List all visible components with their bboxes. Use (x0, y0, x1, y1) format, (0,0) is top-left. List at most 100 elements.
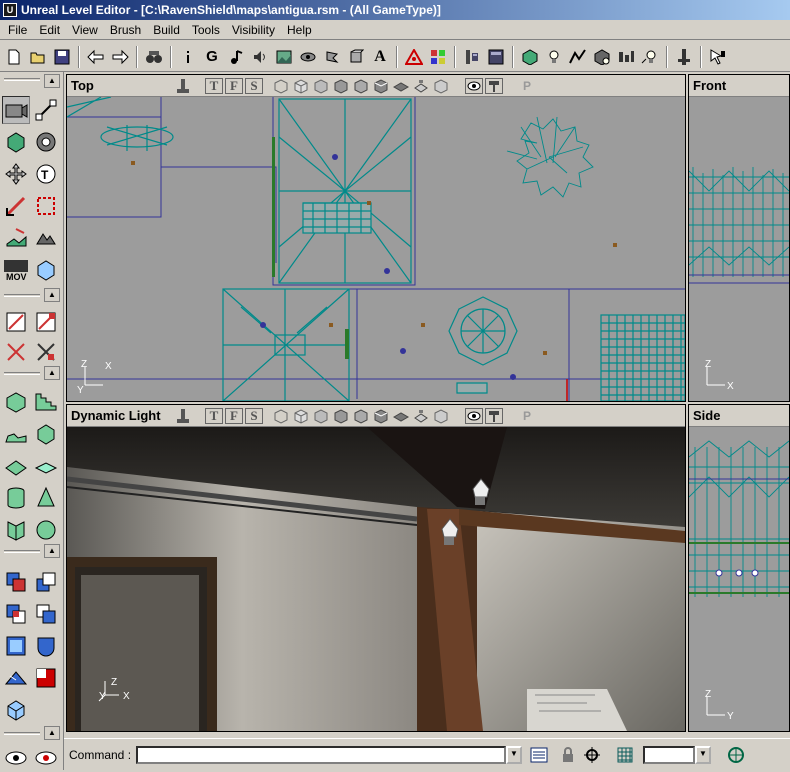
plane-brush-icon[interactable] (32, 452, 60, 480)
texture-rotate-icon[interactable] (32, 192, 60, 220)
grid-size-select[interactable] (643, 745, 695, 764)
select-inside-icon[interactable] (32, 744, 60, 772)
palette-icon[interactable] (427, 46, 449, 68)
open-icon[interactable] (27, 46, 49, 68)
lighting-view-icon[interactable] (352, 408, 370, 424)
add-special-icon[interactable] (32, 632, 60, 660)
build-paths-icon[interactable] (567, 46, 589, 68)
side-wireframe-canvas[interactable]: Z Y (689, 427, 789, 731)
viewport-dynamic-light[interactable]: Dynamic Light T F S P Z X Y (66, 404, 686, 732)
subtract-brush-icon[interactable] (32, 308, 60, 336)
show-all-icon[interactable] (2, 744, 30, 772)
camera-mode-icon[interactable] (2, 96, 30, 124)
new-icon[interactable] (3, 46, 25, 68)
hide-selected-icon[interactable] (2, 696, 30, 724)
mesh-icon[interactable] (297, 46, 319, 68)
add-volume-icon[interactable] (32, 664, 60, 692)
grid-size-dropdown[interactable]: ▼ (695, 745, 711, 764)
brush-clip-icon[interactable] (2, 224, 30, 252)
add-static-mesh-icon[interactable] (2, 664, 30, 692)
command-history-dropdown[interactable]: ▼ (506, 745, 522, 764)
view-side-button[interactable]: S (245, 407, 263, 424)
wireframe-icon[interactable] (272, 78, 290, 94)
cursor-help-icon[interactable] (707, 46, 729, 68)
dynamic-light-view-icon[interactable] (412, 408, 430, 424)
csg-intersect-icon[interactable] (2, 600, 30, 628)
menu-build[interactable]: Build (147, 23, 186, 37)
viewport-side[interactable]: Side Z Y (688, 404, 790, 732)
texture-view-icon[interactable] (332, 78, 350, 94)
grid-icon[interactable] (614, 744, 636, 766)
show-flags-icon[interactable] (465, 407, 483, 424)
menu-edit[interactable]: Edit (33, 23, 66, 37)
view-top-button[interactable]: T (205, 77, 223, 94)
lock-icon[interactable] (557, 744, 579, 766)
lighting-view-icon[interactable] (352, 78, 370, 94)
csg-add-icon[interactable] (2, 568, 30, 596)
texture-icon[interactable] (273, 46, 295, 68)
csg-deintersect-icon[interactable] (32, 600, 60, 628)
build-light-all-icon[interactable] (639, 46, 661, 68)
redo-icon[interactable] (109, 46, 131, 68)
menu-file[interactable]: File (2, 23, 33, 37)
menu-tools[interactable]: Tools (186, 23, 226, 37)
unlit-view-icon[interactable] (432, 408, 450, 424)
depth-view-icon[interactable] (392, 78, 410, 94)
undo-icon[interactable] (85, 46, 107, 68)
polys-view-icon[interactable] (372, 408, 390, 424)
build-all-icon[interactable] (615, 46, 637, 68)
collapse-arrow-icon[interactable]: ▲ (44, 74, 60, 88)
actor-icon[interactable] (403, 46, 425, 68)
static-mesh-icon[interactable] (345, 46, 367, 68)
cone-brush-icon[interactable] (32, 484, 60, 512)
brush-view-icon[interactable] (312, 408, 330, 424)
view-top-button[interactable]: T (205, 407, 223, 424)
face-drag-icon[interactable] (32, 224, 60, 252)
g-icon[interactable]: G (201, 46, 223, 68)
polys-view-icon[interactable] (372, 78, 390, 94)
build-geometry-icon[interactable] (519, 46, 541, 68)
wireframe-icon[interactable] (272, 408, 290, 424)
dynamic-light-view-icon[interactable] (412, 78, 430, 94)
geometry-mode-icon[interactable] (2, 128, 30, 156)
mesh-paint-icon[interactable] (32, 256, 60, 284)
music-icon[interactable] (225, 46, 247, 68)
view-front-button[interactable]: F (225, 407, 243, 424)
move-mode-icon[interactable] (2, 160, 30, 188)
view-side-button[interactable]: S (245, 77, 263, 94)
top-wireframe-canvas[interactable]: Z X Y (67, 96, 685, 401)
curved-stairs-icon[interactable] (2, 420, 30, 448)
zone-view-icon[interactable] (292, 408, 310, 424)
menu-visibility[interactable]: Visibility (226, 23, 281, 37)
dynamic-light-render[interactable]: Z X Y (67, 427, 685, 731)
menu-view[interactable]: View (66, 23, 104, 37)
collapse-arrow-icon[interactable]: ▲ (44, 288, 60, 302)
snap-vertex-icon[interactable] (581, 744, 603, 766)
collapse-arrow-icon[interactable]: ▲ (44, 366, 60, 380)
menu-brush[interactable]: Brush (104, 23, 147, 37)
volumetric-brush-icon[interactable] (2, 516, 30, 544)
deintersect-icon[interactable] (32, 338, 60, 366)
realtime-preview-button[interactable]: P (518, 78, 536, 94)
terrain-mode-icon[interactable] (32, 128, 60, 156)
play-icon[interactable] (673, 46, 695, 68)
rotation-grid-icon[interactable] (725, 744, 747, 766)
add-brush-icon[interactable] (2, 308, 30, 336)
view-front-button[interactable]: F (225, 77, 243, 94)
intersect-icon[interactable] (2, 338, 30, 366)
save-icon[interactable] (51, 46, 73, 68)
menu-help[interactable]: Help (281, 23, 318, 37)
show-flags-icon[interactable] (465, 77, 483, 94)
scale-brush-icon[interactable] (2, 192, 30, 220)
build-lighting-icon[interactable] (543, 46, 565, 68)
spiral-stairs-icon[interactable] (32, 420, 60, 448)
add-mover-icon[interactable] (2, 632, 30, 660)
joystick-icon[interactable] (174, 408, 192, 424)
viewport-options-icon[interactable] (485, 77, 503, 94)
collapse-arrow-icon[interactable]: ▲ (44, 544, 60, 558)
properties-icon[interactable] (461, 46, 483, 68)
animation-icon[interactable] (321, 46, 343, 68)
front-wireframe-canvas[interactable]: Z X (689, 97, 789, 401)
joystick-icon[interactable] (174, 78, 192, 94)
viewport-top[interactable]: Top T F S P Z X Y (66, 74, 686, 402)
